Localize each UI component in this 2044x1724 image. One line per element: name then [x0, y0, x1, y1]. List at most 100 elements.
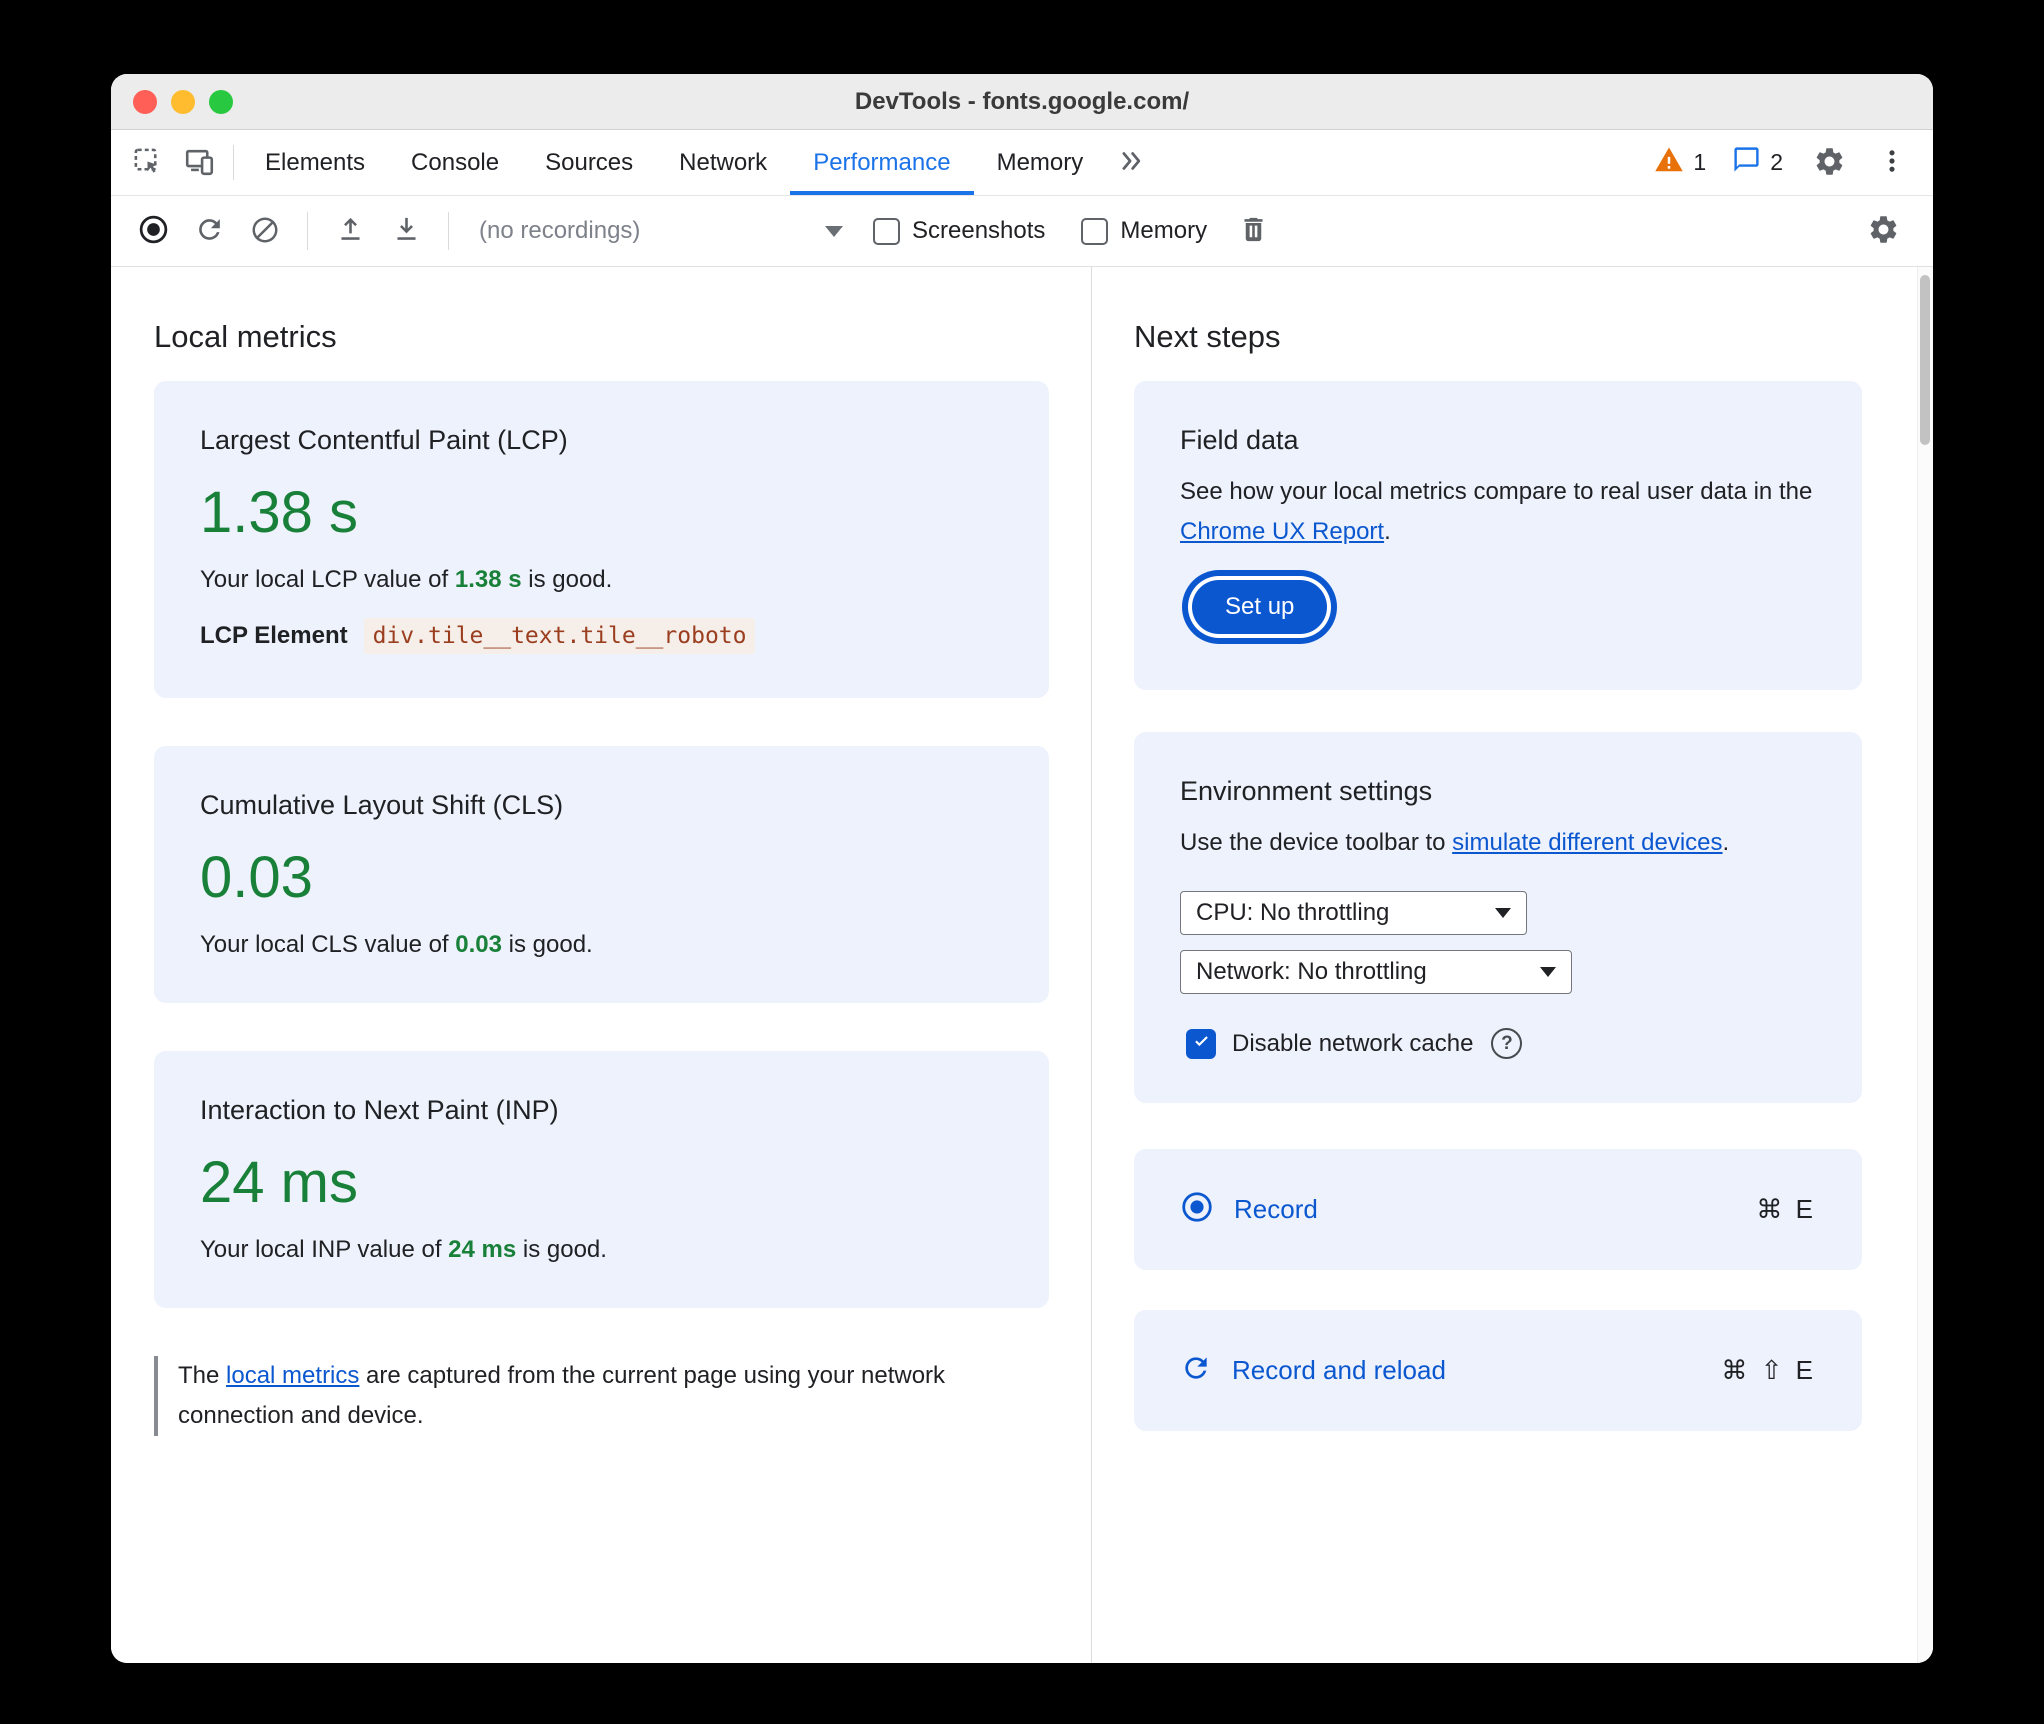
- tab-elements[interactable]: Elements: [242, 130, 388, 195]
- recordings-dropdown[interactable]: (no recordings): [465, 217, 853, 245]
- warning-triangle-icon: [1654, 145, 1684, 181]
- devtools-settings-button[interactable]: [1809, 145, 1849, 181]
- disable-cache-checkbox[interactable]: [1186, 1028, 1216, 1059]
- record-reload-card-label: Record and reload: [1232, 1355, 1446, 1385]
- tab-network[interactable]: Network: [656, 130, 790, 195]
- lcp-desc-text: Your local LCP value of: [200, 566, 455, 593]
- cls-description: Your local CLS value of 0.03 is good.: [200, 931, 1003, 959]
- block-icon: [250, 215, 280, 248]
- tab-console[interactable]: Console: [388, 130, 522, 195]
- minimize-window-button[interactable]: [171, 89, 195, 114]
- inp-desc-value: 24 ms: [448, 1236, 517, 1263]
- cpu-throttling-select[interactable]: CPU: No throttling: [1180, 891, 1527, 935]
- zoom-window-button[interactable]: [209, 89, 233, 114]
- environment-text: .: [1722, 829, 1730, 856]
- warnings-counter[interactable]: 1: [1654, 145, 1706, 181]
- tab-sources[interactable]: Sources: [522, 130, 656, 195]
- tab-performance[interactable]: Performance: [790, 130, 974, 195]
- clear-recordings-button[interactable]: [239, 215, 291, 248]
- environment-text: Use the device toolbar to: [1180, 829, 1453, 856]
- kebab-menu-icon: [1878, 147, 1906, 178]
- record-reload-card-left: Record and reload: [1180, 1352, 1446, 1389]
- cls-card-title: Cumulative Layout Shift (CLS): [200, 790, 564, 820]
- environment-settings-card: Environment settings Use the device tool…: [1134, 732, 1862, 1103]
- field-data-text: See how your local metrics compare to re…: [1180, 478, 1813, 505]
- network-throttling-select[interactable]: Network: No throttling: [1180, 950, 1572, 994]
- record-shortcut: ⌘ E: [1756, 1194, 1816, 1224]
- field-data-card: Field data See how your local metrics co…: [1134, 381, 1862, 690]
- local-metrics-heading: Local metrics: [154, 319, 337, 354]
- environment-settings-description: Use the device toolbar to simulate diffe…: [1180, 823, 1816, 863]
- more-tabs-button[interactable]: [1106, 130, 1158, 195]
- local-metrics-column: Local metrics Largest Contentful Paint (…: [111, 267, 1092, 1663]
- more-options-button[interactable]: [1875, 147, 1909, 178]
- field-data-title: Field data: [1180, 425, 1299, 455]
- network-throttling-value: Network: No throttling: [1196, 958, 1427, 985]
- devtools-tabbar: Elements Console Sources Network Perform…: [111, 130, 1933, 196]
- simulate-devices-link[interactable]: simulate different devices: [1452, 829, 1722, 856]
- cpu-throttling-value: CPU: No throttling: [1196, 899, 1390, 926]
- save-profile-button[interactable]: [380, 214, 432, 248]
- inp-value: 24 ms: [200, 1150, 358, 1215]
- toolbar-separator: [448, 212, 449, 250]
- cls-desc-value: 0.03: [455, 931, 502, 958]
- scrollbar-track[interactable]: [1917, 267, 1933, 1663]
- lcp-card-title: Largest Contentful Paint (LCP): [200, 425, 568, 455]
- toolbar-separator: [307, 212, 308, 250]
- cls-desc-text: Your local CLS value of: [200, 931, 456, 958]
- record-circle-icon: [137, 213, 170, 249]
- memory-checkbox[interactable]: Memory: [1081, 217, 1207, 245]
- device-toolbar-button[interactable]: [173, 130, 225, 195]
- reload-icon: [194, 214, 225, 248]
- download-icon: [391, 214, 422, 248]
- gear-icon: [1813, 145, 1846, 181]
- field-data-text: .: [1384, 518, 1391, 545]
- record-card[interactable]: Record ⌘ E: [1134, 1149, 1862, 1270]
- chrome-ux-report-link[interactable]: Chrome UX Report: [1180, 518, 1384, 545]
- close-window-button[interactable]: [133, 89, 157, 114]
- note-text: The: [178, 1362, 227, 1389]
- next-steps-column: Next steps Field data See how your local…: [1092, 267, 1933, 1663]
- help-icon[interactable]: ?: [1491, 1028, 1523, 1059]
- capture-settings-button[interactable]: [1857, 213, 1909, 249]
- screenshots-checkbox[interactable]: Screenshots: [873, 217, 1045, 245]
- lcp-element-selector-link[interactable]: div.tile__text.tile__roboto: [363, 618, 756, 654]
- lcp-element-row: LCP Element div.tile__text.tile__roboto: [200, 618, 1003, 654]
- tab-memory[interactable]: Memory: [974, 130, 1107, 195]
- inspect-cursor-icon: [132, 146, 163, 180]
- record-button[interactable]: [127, 213, 179, 249]
- lcp-value: 1.38 s: [200, 480, 358, 545]
- issues-count-label: 2: [1770, 149, 1783, 175]
- lcp-desc-text: is good.: [521, 566, 613, 593]
- issues-counter[interactable]: 2: [1732, 145, 1783, 180]
- inspect-element-button[interactable]: [121, 130, 173, 195]
- performance-toolbar: (no recordings) Screenshots Memory: [111, 196, 1933, 267]
- screenshots-checkbox-label: Screenshots: [912, 217, 1046, 244]
- lcp-element-label: LCP Element: [200, 622, 348, 649]
- disable-cache-row: Disable network cache ?: [1180, 1028, 1816, 1059]
- window-titlebar: DevTools - fonts.google.com/: [111, 74, 1933, 130]
- device-toolbar-icon: [184, 146, 215, 180]
- inp-card: Interaction to Next Paint (INP) 24 ms Yo…: [154, 1051, 1049, 1308]
- issues-chat-bubble-icon: [1732, 145, 1761, 180]
- checkbox-unchecked-icon: [873, 217, 900, 245]
- recordings-dropdown-value: (no recordings): [479, 217, 641, 244]
- memory-checkbox-label: Memory: [1120, 217, 1208, 244]
- inp-desc-text: is good.: [516, 1236, 607, 1263]
- inp-description: Your local INP value of 24 ms is good.: [200, 1236, 1003, 1264]
- set-up-button[interactable]: Set up: [1192, 580, 1328, 634]
- double-chevron-right-icon: [1117, 146, 1147, 179]
- collect-garbage-button[interactable]: [1227, 214, 1279, 248]
- record-and-reload-button[interactable]: [183, 214, 235, 248]
- tab-label: Network: [679, 148, 768, 176]
- tabbar-right-cluster: 1 2: [1654, 130, 1933, 195]
- disable-cache-label: Disable network cache: [1232, 1029, 1474, 1057]
- record-and-reload-card[interactable]: Record and reload ⌘ ⇧ E: [1134, 1310, 1862, 1431]
- scrollbar-thumb[interactable]: [1920, 275, 1930, 445]
- performance-panel-content: Local metrics Largest Contentful Paint (…: [111, 267, 1933, 1663]
- chevron-down-icon: [1495, 908, 1511, 918]
- gear-icon: [1867, 213, 1900, 249]
- local-metrics-link[interactable]: local metrics: [226, 1362, 359, 1389]
- tabbar-separator: [233, 145, 234, 180]
- load-profile-button[interactable]: [324, 214, 376, 248]
